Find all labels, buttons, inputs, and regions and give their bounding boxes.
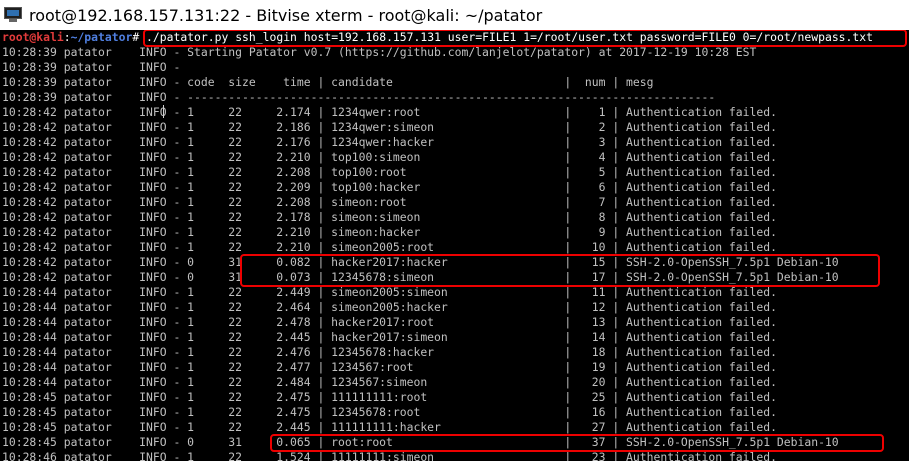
output-line: 10:28:46 patator INFO - 1 22 1.524 | 111… [2,450,777,461]
output-line: 10:28:44 patator INFO - 1 22 2.445 | hac… [2,330,777,344]
output-line: 10:28:44 patator INFO - 1 22 2.484 | 123… [2,375,777,389]
output-line: 10:28:42 patator INFO - 1 22 2.209 | top… [2,180,777,194]
output-line: 10:28:44 patator INFO - 1 22 2.464 | sim… [2,300,777,314]
output-line-success: 10:28:45 patator INFO - 0 31 0.065 | roo… [2,435,839,449]
output-line: 10:28:42 patator INFO - 1 22 2.208 | sim… [2,195,777,209]
output-line: 10:28:44 patator INFO - 1 22 2.476 | 123… [2,345,777,359]
output-line: 10:28:42 patator INFO - 1 22 2.210 | sim… [2,240,777,254]
terminal-icon [4,7,22,23]
output-line: 10:28:42 patator INFO - 1 22 2.210 | top… [2,150,777,164]
output-line: 10:28:45 patator INFO - 1 22 2.445 | 111… [2,420,777,434]
output-line: 10:28:39 patator INFO - Starting Patator… [2,45,757,59]
output-line: 10:28:45 patator INFO - 1 22 2.475 | 111… [2,390,777,404]
output-line: 10:28:44 patator INFO - 1 22 2.449 | sim… [2,285,777,299]
output-separator-line: 10:28:39 patator INFO - ----------------… [2,90,716,104]
output-line: 10:28:42 patator INFO - 1 22 2.178 | sim… [2,210,777,224]
prompt-path: ~/patator [70,30,133,44]
command-prompt-line: root@kali:~/patator# ./patator.py ssh_lo… [2,30,873,45]
output-header-line: 10:28:39 patator INFO - code size time |… [2,75,654,89]
window-title: root@192.168.157.131:22 - Bitvise xterm … [29,5,543,25]
output-line-success: 10:28:42 patator INFO - 0 31 0.082 | hac… [2,255,839,269]
output-line: 10:28:42 patator INFO - 1 22 2.186 | 123… [2,120,777,134]
window-title-bar[interactable]: root@192.168.157.131:22 - Bitvise xterm … [0,0,909,30]
output-line: 10:28:44 patator INFO - 1 22 2.478 | hac… [2,315,777,329]
command-text: ./patator.py ssh_login host=192.168.157.… [139,30,873,44]
output-line: 10:28:42 patator INFO - 1 22 2.208 | top… [2,165,777,179]
prompt-separator: : [63,30,71,44]
output-line: 10:28:42 patator INFO - 1 22 2.210 | sim… [2,225,777,239]
mouse-cursor-icon [163,105,164,118]
prompt-user-host: root@kali [2,30,64,44]
output-line: 10:28:44 patator INFO - 1 22 2.477 | 123… [2,360,777,374]
output-line: 10:28:42 patator INFO - 1 22 2.174 | 123… [2,105,777,119]
output-line: 10:28:39 patator INFO - [2,60,181,74]
terminal-output[interactable]: root@kali:~/patator# ./patator.py ssh_lo… [0,30,909,461]
output-line: 10:28:42 patator INFO - 1 22 2.176 | 123… [2,135,777,149]
output-line-success: 10:28:42 patator INFO - 0 31 0.073 | 123… [2,270,839,284]
output-line: 10:28:45 patator INFO - 1 22 2.475 | 123… [2,405,777,419]
